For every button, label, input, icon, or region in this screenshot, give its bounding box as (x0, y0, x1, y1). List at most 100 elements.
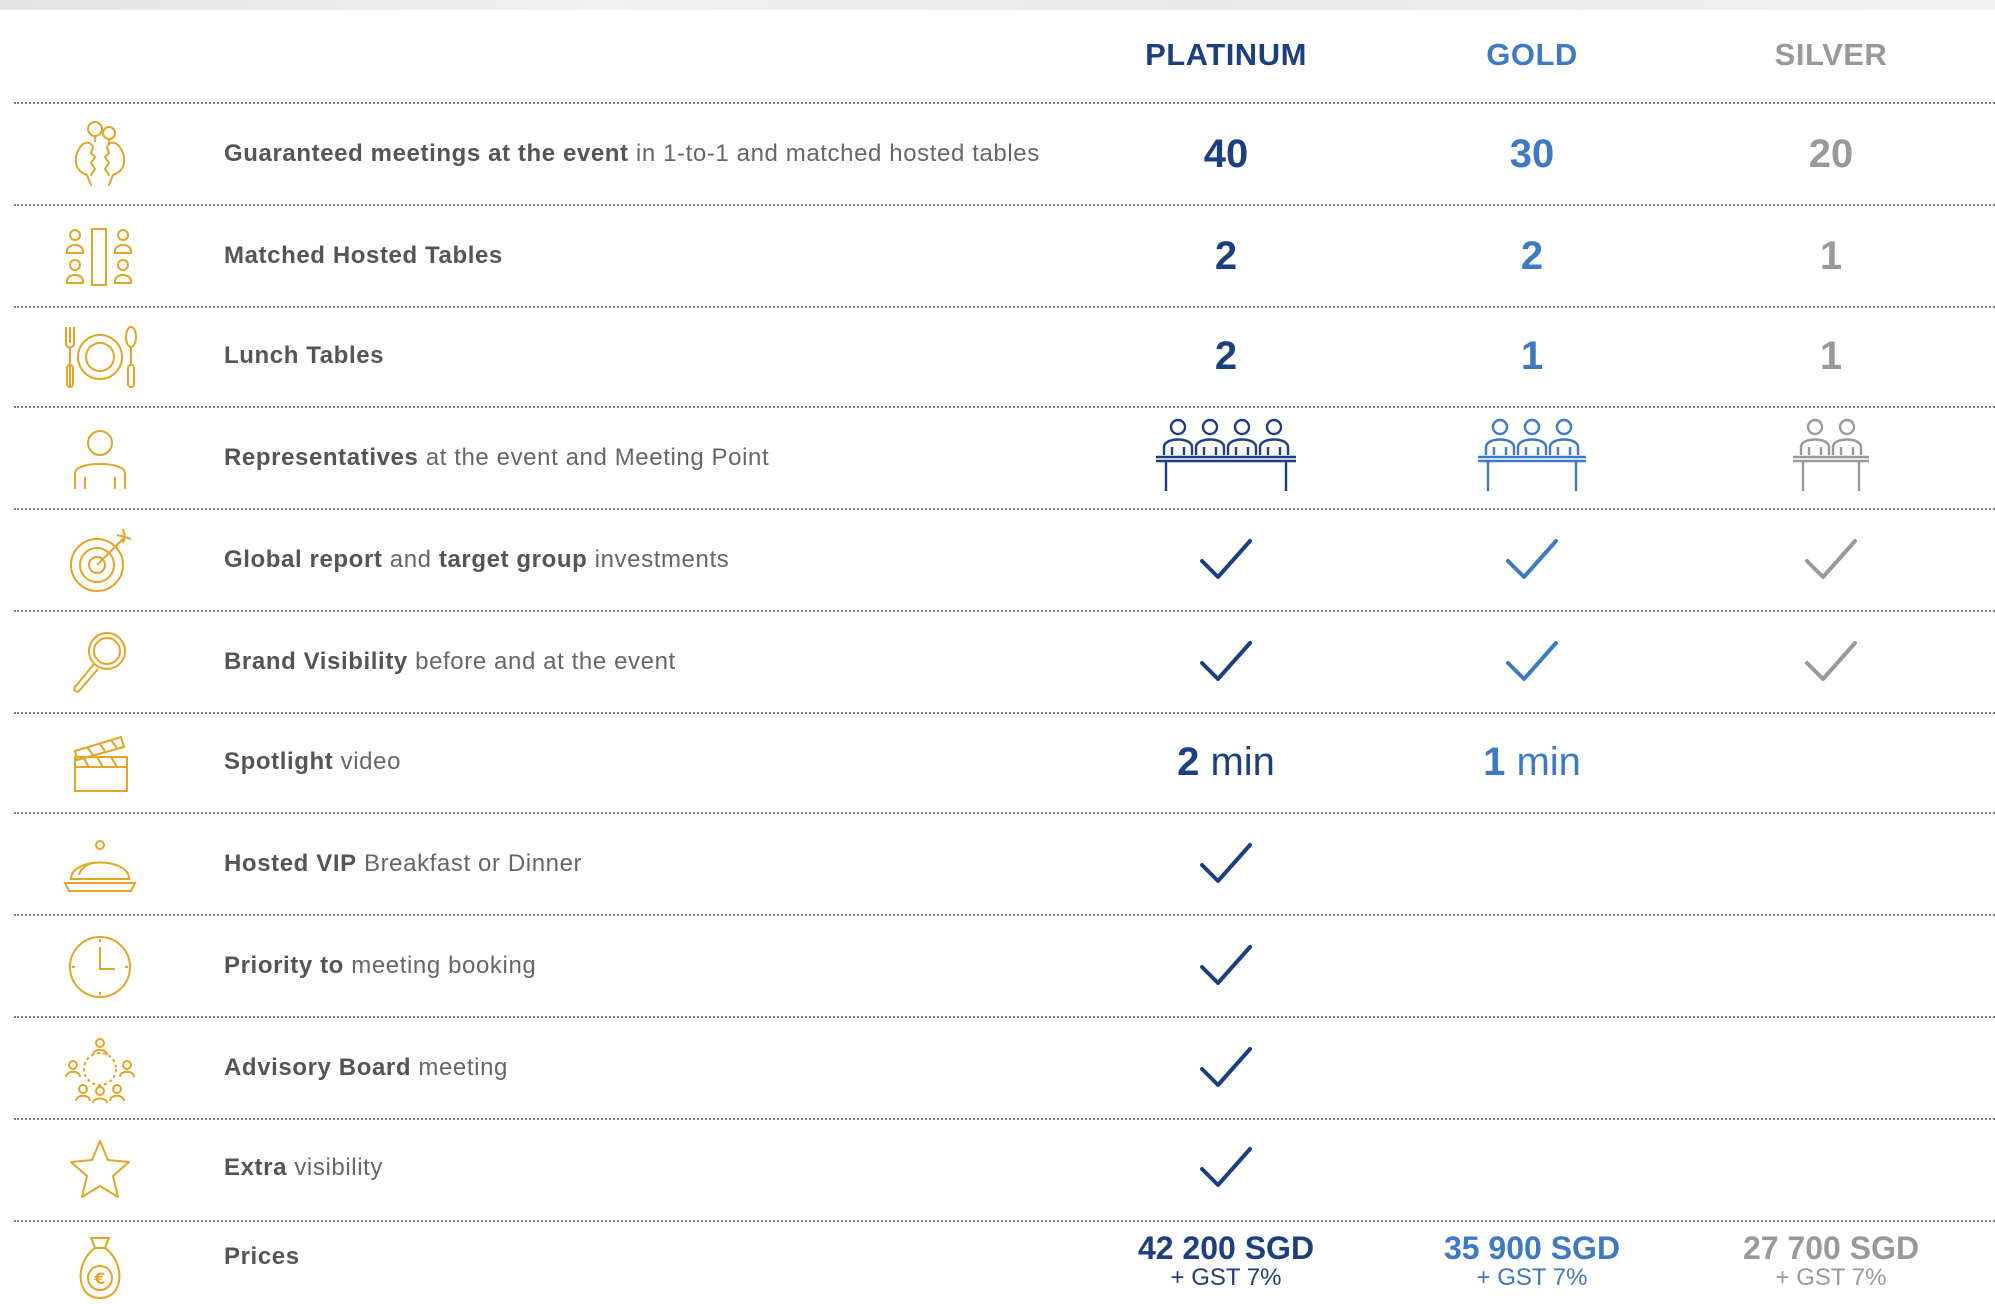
feature-label: Guaranteed meetings at the event in 1-to… (224, 140, 1040, 167)
gold-value: 2 (1520, 233, 1544, 278)
checkmark-icon (1200, 641, 1252, 681)
silver-representatives (1701, 408, 1961, 508)
gold-value: 30 (1509, 131, 1555, 176)
feature-label: Advisory Board meeting (224, 1054, 508, 1081)
table-top (1793, 455, 1869, 463)
star-icon (55, 1133, 145, 1205)
platinum-check (1096, 510, 1356, 610)
representative-body (1516, 438, 1548, 455)
checkmark-icon (1805, 641, 1857, 681)
checkmark-icon (1805, 539, 1857, 579)
feature-label: Representatives at the event and Meeting… (224, 444, 770, 471)
representative-head (1555, 418, 1573, 436)
silver-value: 20 (1808, 131, 1854, 176)
silver-value: 1 (1819, 233, 1843, 278)
pricing-table: PLATINUM GOLD SILVER Guaranteed meetings… (0, 0, 1995, 1300)
representative-body (1162, 438, 1194, 455)
feature-label: Hosted VIP Breakfast or Dinner (224, 850, 583, 877)
representative-body (1548, 438, 1580, 455)
representative-body (1258, 438, 1290, 455)
platinum-video-length: 2 min (1177, 739, 1275, 784)
row-matched-hosted-tables: Matched Hosted Tables 2 2 1 (0, 206, 1995, 306)
cloche-icon (55, 829, 145, 901)
representative-head (1838, 418, 1856, 436)
tier-header-gold: GOLD (1486, 37, 1578, 72)
row-spotlight-video: Spotlight video 2 min 1 min (0, 712, 1995, 812)
silver-price: 27 700 SGD + GST 7% (1742, 1229, 1920, 1291)
platinum-check (1096, 1018, 1356, 1118)
tier-header-platinum: PLATINUM (1145, 37, 1307, 72)
row-priority-booking: Priority to meeting booking (0, 916, 1995, 1016)
money-bag-icon: € (55, 1232, 145, 1304)
representatives-table-icon (1478, 418, 1586, 491)
representatives-table-icon (1156, 418, 1296, 491)
representative-head (1201, 418, 1219, 436)
feature-label: Lunch Tables (224, 342, 385, 369)
gold-value: 1 (1520, 333, 1544, 378)
row-guaranteed-meetings: Guaranteed meetings at the event in 1-to… (0, 104, 1995, 204)
feature-label: Priority to meeting booking (224, 952, 537, 979)
checkmark-icon (1200, 1147, 1252, 1187)
row-hosted-vip: Hosted VIP Breakfast or Dinner (0, 814, 1995, 914)
checkmark-icon (1200, 539, 1252, 579)
silver-check (1701, 612, 1961, 712)
platinum-check (1096, 612, 1356, 712)
table-top (1156, 455, 1296, 463)
representative-head (1523, 418, 1541, 436)
gold-price: 35 900 SGD + GST 7% (1443, 1229, 1621, 1291)
person-icon (55, 423, 145, 495)
representative-body (1226, 438, 1258, 455)
people-network-icon (55, 1033, 145, 1105)
representative-head (1491, 418, 1509, 436)
platinum-check (1096, 916, 1356, 1016)
table-legs (1164, 461, 1288, 491)
plate-cutlery-icon (55, 321, 145, 393)
gold-video-length: 1 min (1483, 739, 1581, 784)
clapperboard-icon (55, 727, 145, 799)
table-legs (1486, 461, 1578, 491)
gold-check (1402, 612, 1662, 712)
silver-value: 1 (1819, 333, 1843, 378)
row-representatives: Representatives at the event and Meeting… (0, 408, 1995, 508)
svg-text:€: € (93, 1269, 105, 1288)
platinum-price: 42 200 SGD + GST 7% (1137, 1229, 1315, 1291)
gold-representatives (1402, 408, 1662, 508)
representative-body (1831, 438, 1863, 455)
magnifier-icon (55, 627, 145, 699)
checkmark-icon (1506, 539, 1558, 579)
checkmark-icon (1200, 843, 1252, 883)
platinum-check (1096, 814, 1356, 914)
checkmark-icon (1200, 945, 1252, 985)
representative-head (1169, 418, 1187, 436)
representatives-table-icon (1793, 418, 1869, 491)
checkmark-icon (1506, 641, 1558, 681)
silver-check (1701, 510, 1961, 610)
platinum-value: 2 (1214, 333, 1238, 378)
feature-label: Spotlight video (224, 748, 402, 775)
feature-label: Global report and target group investmen… (224, 546, 730, 573)
row-brand-visibility: Brand Visibility before and at the event (0, 612, 1995, 712)
table-legs (1801, 461, 1861, 491)
representative-head (1806, 418, 1824, 436)
representative-body (1799, 438, 1831, 455)
platinum-representatives (1096, 408, 1356, 508)
row-advisory-board: Advisory Board meeting (0, 1018, 1995, 1118)
representative-head (1265, 418, 1283, 436)
gold-check (1402, 510, 1662, 610)
feature-label: Matched Hosted Tables (224, 242, 503, 269)
platinum-check (1096, 1118, 1356, 1218)
row-global-report: Global report and target group investmen… (0, 510, 1995, 610)
table-top (1478, 455, 1586, 463)
feature-label: Brand Visibility before and at the event (224, 648, 676, 675)
representative-body (1194, 438, 1226, 455)
row-lunch-tables: Lunch Tables 2 1 1 (0, 306, 1995, 406)
platinum-value: 40 (1203, 131, 1249, 176)
clock-icon (55, 931, 145, 1003)
representative-body (1484, 438, 1516, 455)
row-prices: € Prices 42 200 SGD + GST 7% 35 900 SGD + … (0, 1222, 1995, 1300)
target-icon (55, 525, 145, 597)
feature-label: Extra visibility (224, 1154, 383, 1181)
representative-head (1233, 418, 1251, 436)
hosted-table-icon (55, 221, 145, 293)
feature-label: Prices (224, 1243, 300, 1270)
